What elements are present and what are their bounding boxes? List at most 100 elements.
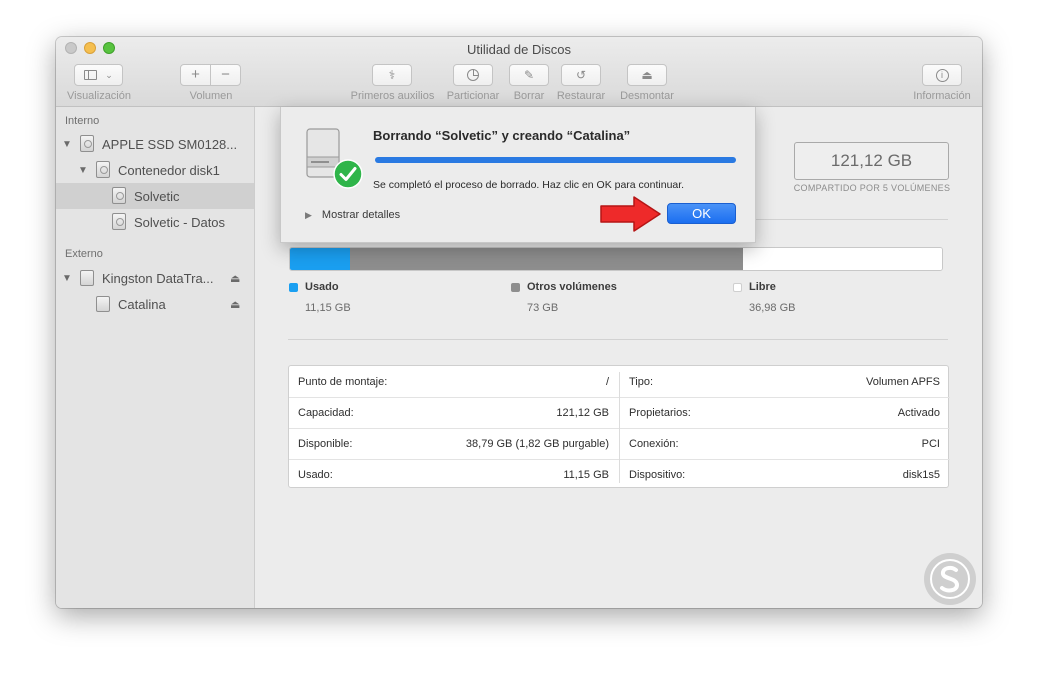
info-value: 121,12 GB: [556, 407, 609, 419]
info-table: Punto de montaje: / Capacidad: 121,12 GB D…: [288, 365, 950, 489]
info-row: Punto de montaje: /: [289, 366, 619, 397]
sidebar-header-internal: Interno: [65, 115, 100, 127]
info-value: /: [605, 375, 609, 388]
sidebar-header-external: Externo: [65, 248, 103, 260]
info-column-left: Punto de montaje: / Capacidad: 121,12 GB D…: [289, 366, 619, 489]
info-column-right: Tipo: Volumen APFS Propietarios: Activado …: [620, 366, 950, 489]
info-icon: i: [935, 68, 949, 82]
info-key: Disponible:: [298, 438, 353, 450]
view-button[interactable]: ⌄: [74, 64, 123, 86]
internal-disk-icon: [80, 135, 94, 152]
info-row: Tipo: Volumen APFS: [620, 366, 950, 397]
restore-button[interactable]: ↺: [561, 64, 601, 86]
eject-icon: ⏏: [641, 68, 653, 82]
eject-icon[interactable]: ⏏: [230, 272, 240, 285]
disclosure-triangle-icon[interactable]: ▼: [62, 139, 72, 150]
external-volume-icon: [96, 296, 110, 312]
info-value: Activado: [897, 407, 940, 419]
info-row: Dispositivo: disk1s5: [620, 459, 950, 490]
restore-label: Restaurar: [556, 90, 606, 102]
info-row: Usado: 11,15 GB: [289, 459, 619, 490]
info-key: Punto de montaje:: [298, 375, 388, 388]
capacity-box: 121,12 GB: [794, 142, 949, 180]
info-value: 38,79 GB (1,82 GB purgable): [465, 438, 609, 450]
info-key: Tipo:: [629, 375, 654, 388]
sidebar-item-label: Catalina: [118, 296, 166, 312]
partition-button[interactable]: [453, 64, 493, 86]
usage-segment-other: [349, 248, 744, 270]
restore-icon: ↺: [575, 68, 587, 82]
pie-chart-icon: [467, 69, 479, 81]
info-button[interactable]: i: [922, 64, 962, 86]
first-aid-button[interactable]: ⚕: [372, 64, 412, 86]
volume-disk-icon: [112, 213, 126, 230]
show-details-label: Mostrar detalles: [321, 209, 401, 221]
erase-icon: ✎: [523, 68, 535, 82]
info-label: Información: [913, 90, 971, 102]
shared-caption: COMPARTIDO POR 5 VOLÚMENES: [793, 183, 951, 193]
sidebar-item-label: Solvetic: [134, 188, 180, 204]
show-details-toggle[interactable]: ▶ Mostrar detalles: [305, 209, 400, 221]
erase-button[interactable]: ✎: [509, 64, 549, 86]
sidebar-view-icon: [84, 70, 98, 80]
first-aid-label: Primeros auxilios: [350, 90, 435, 102]
sidebar-item-kingston[interactable]: ▼ Kingston DataTra... ⏏: [56, 265, 254, 291]
sidebar-item-container-disk1[interactable]: ▼ Contenedor disk1: [56, 157, 254, 183]
legend-used-label: Usado: [305, 281, 339, 293]
dialog-title: Borrando “Solvetic” y creando “Catalina”: [373, 128, 631, 143]
red-arrow-icon: [600, 196, 661, 232]
external-disk-icon: [80, 270, 94, 286]
info-row: Propietarios: Activado: [620, 397, 950, 428]
info-value: PCI: [921, 438, 940, 450]
stethoscope-icon: ⚕: [388, 68, 396, 82]
divider: [288, 339, 948, 340]
ok-button[interactable]: OK: [667, 203, 736, 224]
sidebar-item-label: Solvetic - Datos: [134, 214, 226, 230]
sidebar: Interno ▼ APPLE SSD SM0128... ▼ Contened…: [56, 107, 255, 608]
toolbar: Utilidad de Discos ⌄ Visualización + − V…: [56, 37, 982, 107]
erase-progress-bar: [375, 157, 736, 163]
chevron-down-icon: ⌄: [105, 69, 113, 80]
disclosure-triangle-icon: ▶: [305, 209, 312, 220]
legend-free-swatch: [733, 283, 742, 292]
disclosure-triangle-icon[interactable]: ▼: [78, 165, 88, 176]
usage-bar: [289, 247, 943, 271]
solvetic-logo-icon: [924, 553, 976, 605]
add-volume-button[interactable]: +: [181, 65, 211, 85]
unmount-button[interactable]: ⏏: [627, 64, 667, 86]
info-row: Disponible: 38,79 GB (1,82 GB purgable): [289, 428, 619, 459]
volume-disk-icon: [112, 187, 126, 204]
info-key: Usado:: [298, 469, 333, 481]
partition-label: Particionar: [446, 90, 500, 102]
container-disk-icon: [96, 161, 110, 178]
info-row: Conexión: PCI: [620, 428, 950, 459]
sidebar-item-catalina[interactable]: Catalina ⏏: [56, 291, 254, 317]
info-key: Capacidad:: [298, 407, 354, 419]
sidebar-item-solvetic-datos[interactable]: Solvetic - Datos: [56, 209, 254, 235]
legend-free-label: Libre: [749, 281, 776, 293]
legend-other-swatch: [511, 283, 520, 292]
info-key: Propietarios:: [629, 407, 691, 419]
remove-volume-button[interactable]: −: [211, 65, 240, 85]
info-key: Dispositivo:: [629, 469, 686, 481]
checkmark-icon: [333, 159, 363, 189]
eject-icon[interactable]: ⏏: [230, 298, 240, 311]
usage-segment-free: [743, 248, 942, 270]
info-key: Conexión:: [629, 438, 679, 450]
usage-segment-used: [290, 248, 350, 270]
info-row: Capacidad: 121,12 GB: [289, 397, 619, 428]
unmount-label: Desmontar: [620, 90, 674, 102]
volume-button-group: + −: [180, 64, 241, 86]
info-value: Volumen APFS: [866, 375, 940, 388]
info-value: disk1s5: [902, 469, 940, 481]
volume-label: Volumen: [189, 90, 233, 102]
disclosure-triangle-icon[interactable]: ▼: [62, 273, 72, 284]
legend-other-value: 73 GB: [527, 302, 559, 314]
sidebar-item-apple-ssd[interactable]: ▼ APPLE SSD SM0128...: [56, 131, 254, 157]
sidebar-item-label: Kingston DataTra...: [102, 270, 214, 286]
dialog-message: Se completó el proceso de borrado. Haz c…: [373, 179, 685, 191]
view-label: Visualización: [66, 90, 131, 102]
info-value: 11,15 GB: [563, 469, 609, 481]
legend-free-value: 36,98 GB: [749, 302, 796, 314]
sidebar-item-solvetic[interactable]: Solvetic: [56, 183, 254, 209]
